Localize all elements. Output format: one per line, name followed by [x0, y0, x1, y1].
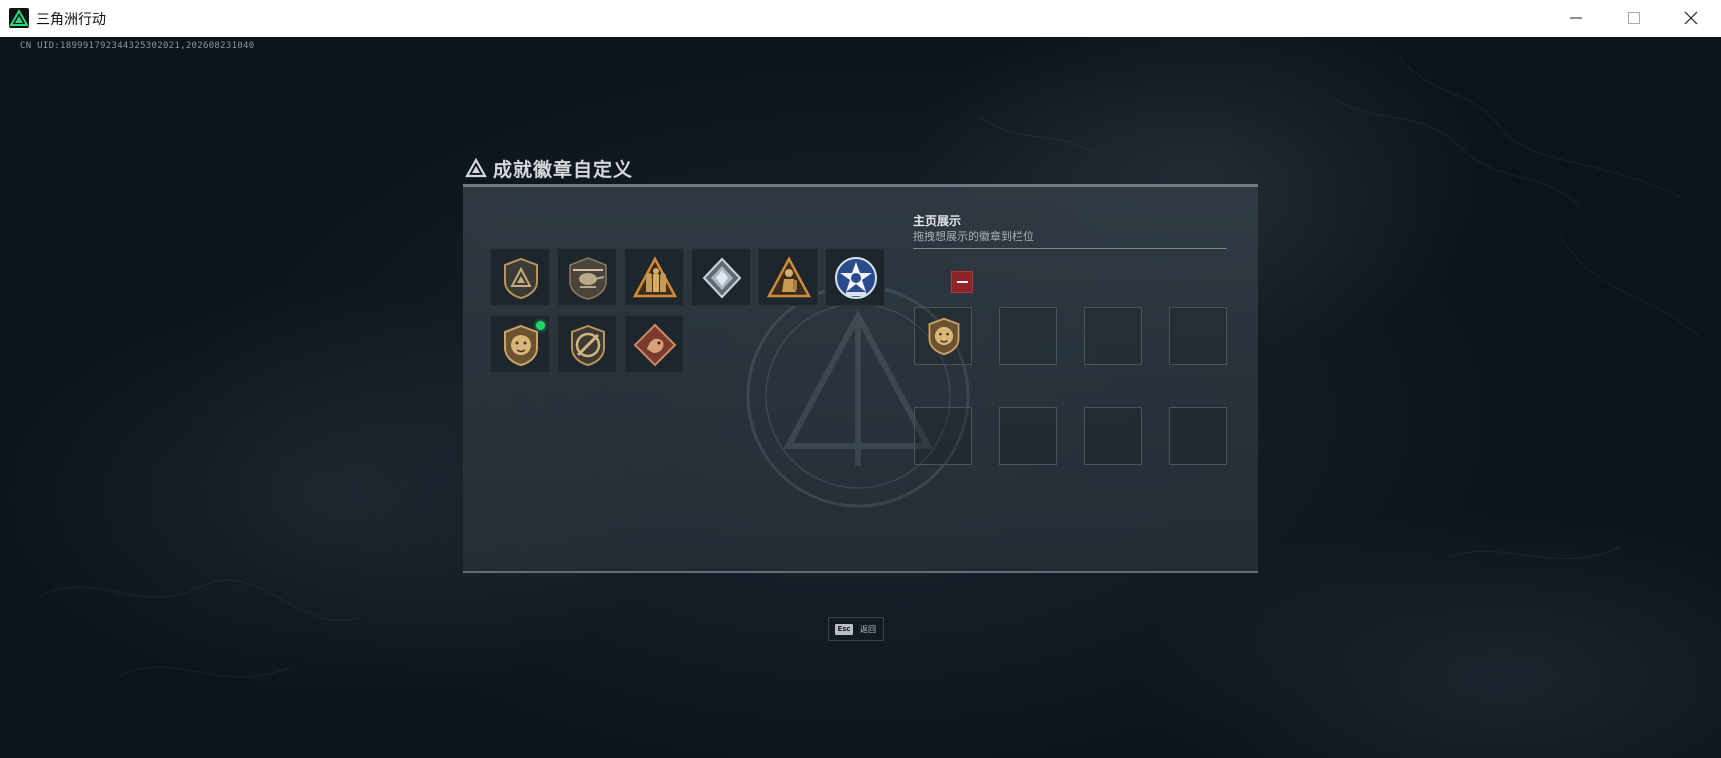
showcase-slot-6[interactable] [999, 407, 1057, 465]
gold-soldiers-triangle-badge-icon [633, 256, 677, 298]
lion-shield-badge-icon [504, 324, 538, 367]
helicopter-badge-icon [569, 257, 607, 300]
maximize-button[interactable] [1606, 0, 1664, 37]
showcase-slot-1[interactable] [914, 307, 972, 365]
badge-slot[interactable] [490, 248, 550, 306]
back-button[interactable]: Esc 返回 [828, 617, 884, 641]
player-uid-watermark: CN UID:189991792344325302021,20260823104… [20, 41, 255, 51]
blue-star-emblem-badge-icon [835, 257, 877, 299]
panel-title: 成就徽章自定义 [493, 159, 634, 181]
badge-slot[interactable] [490, 315, 550, 373]
window-title-bar: 三角洲行动 [0, 0, 1721, 38]
window-title: 三角洲行动 [36, 12, 106, 28]
badge-slot[interactable] [624, 248, 684, 306]
maximize-icon [1628, 12, 1640, 24]
badge-slot[interactable] [825, 248, 885, 306]
showcase-slot-7[interactable] [1084, 407, 1142, 465]
showcase-slot-8[interactable] [1169, 407, 1227, 465]
delta-triangle-icon [9, 8, 29, 28]
showcase-subtitle: 拖拽想展示的徽章到栏位 [913, 230, 1034, 243]
badge-slot[interactable] [758, 248, 818, 306]
minimize-icon [1570, 17, 1582, 19]
minimize-button[interactable] [1548, 0, 1606, 37]
gold-figure-triangle-badge-icon [767, 256, 811, 298]
showcase-slot-3[interactable] [1084, 307, 1142, 365]
close-icon [1684, 11, 1698, 25]
remove-badge-button[interactable] [951, 271, 973, 293]
showcase-slot-2[interactable] [999, 307, 1057, 365]
badge-slot[interactable] [557, 248, 617, 306]
shield-triangle-badge-icon [504, 257, 538, 300]
badge-slot[interactable] [691, 248, 751, 306]
esc-key-icon: Esc [835, 624, 853, 635]
back-label: 返回 [860, 625, 876, 634]
crossed-sword-shield-badge-icon [571, 324, 605, 367]
new-badge-indicator [536, 321, 545, 330]
delta-triangle-icon [465, 157, 487, 182]
diamond-gem-badge-icon [702, 257, 742, 299]
minus-icon [957, 281, 968, 283]
showcase-slot-4[interactable] [1169, 307, 1227, 365]
dragon-diamond-badge-icon [633, 323, 677, 367]
badge-slot[interactable] [557, 315, 617, 373]
showcase-divider [913, 248, 1227, 249]
close-button[interactable] [1663, 0, 1721, 37]
badge-slot[interactable] [624, 315, 684, 373]
showcase-title: 主页展示 [913, 214, 962, 228]
showcase-slot-5[interactable] [914, 407, 972, 465]
lion-shield-badge-icon [928, 317, 960, 356]
